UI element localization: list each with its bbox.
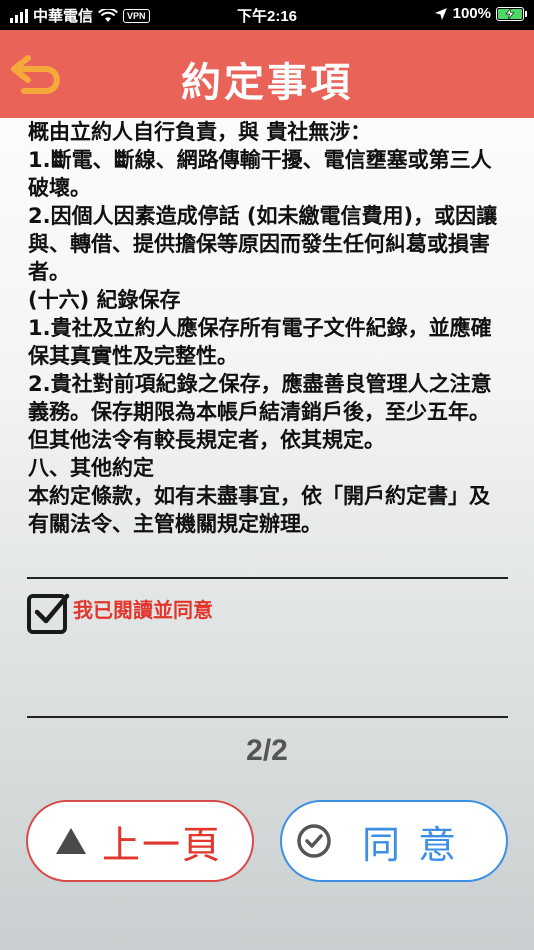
terms-paragraph: (十六) 紀錄保存 [28, 288, 181, 312]
agree-button-label: 同意 [362, 822, 475, 867]
battery-icon [496, 6, 527, 21]
charging-bolt-icon [505, 7, 515, 19]
terms-paragraph: 概由立約人自行負責，與 貴社無涉： [28, 120, 372, 144]
divider [27, 577, 508, 579]
checkbox-checked-icon[interactable] [27, 590, 71, 634]
terms-content: 概由立約人自行負責，與 貴社無涉： 1.斷電、斷線、網路傳輸干擾、電信壅塞或第三… [28, 118, 508, 576]
terms-paragraph: 2.貴社對前項紀錄之保存，應盡善良管理人之注意義務。保存期限為本帳戶結清銷戶後，… [28, 372, 492, 452]
previous-page-label: 上一頁 [102, 822, 223, 867]
terms-paragraph: 1.斷電、斷線、網路傳輸干擾、電信壅塞或第三人破壞。 [28, 148, 492, 200]
cellular-signal-icon [10, 8, 28, 23]
vpn-badge: VPN [123, 8, 150, 23]
divider [27, 716, 508, 718]
header-bar: 約定事項 [0, 30, 534, 118]
status-right: 100% [434, 5, 527, 22]
location-arrow-icon [434, 7, 447, 20]
agree-button[interactable]: 同意 [280, 800, 508, 882]
previous-page-button[interactable]: 上一頁 [26, 800, 254, 882]
status-bar: 中華電信 VPN 下午2:16 100% [0, 0, 534, 30]
wifi-icon [98, 8, 118, 22]
terms-paragraph: 本約定條款，如有未盡事宜，依「開戶約定書」及有關法令、主管機關規定辦理。 [28, 484, 490, 536]
agree-checkbox-row[interactable]: 我已閱讀並同意 [27, 590, 213, 634]
check-circle-icon [297, 824, 331, 858]
agree-label[interactable]: 我已閱讀並同意 [73, 594, 213, 623]
terms-paragraph: 1.貴社及立約人應保存所有電子文件紀錄，並應確保其真實性及完整性。 [28, 316, 492, 368]
battery-percent: 100% [452, 5, 491, 22]
terms-paragraph: 2.因個人因素造成停話 (如未繳電信費用)，或因讓與、轉借、提供擔保等原因而發生… [28, 204, 498, 284]
triangle-up-icon [56, 828, 86, 854]
page-indicator: 2/2 [246, 734, 288, 767]
carrier-name: 中華電信 [33, 8, 94, 25]
status-left: 中華電信 VPN [10, 5, 150, 26]
page-title: 約定事項 [181, 60, 353, 106]
terms-paragraph: 八、其他約定 [28, 456, 154, 480]
